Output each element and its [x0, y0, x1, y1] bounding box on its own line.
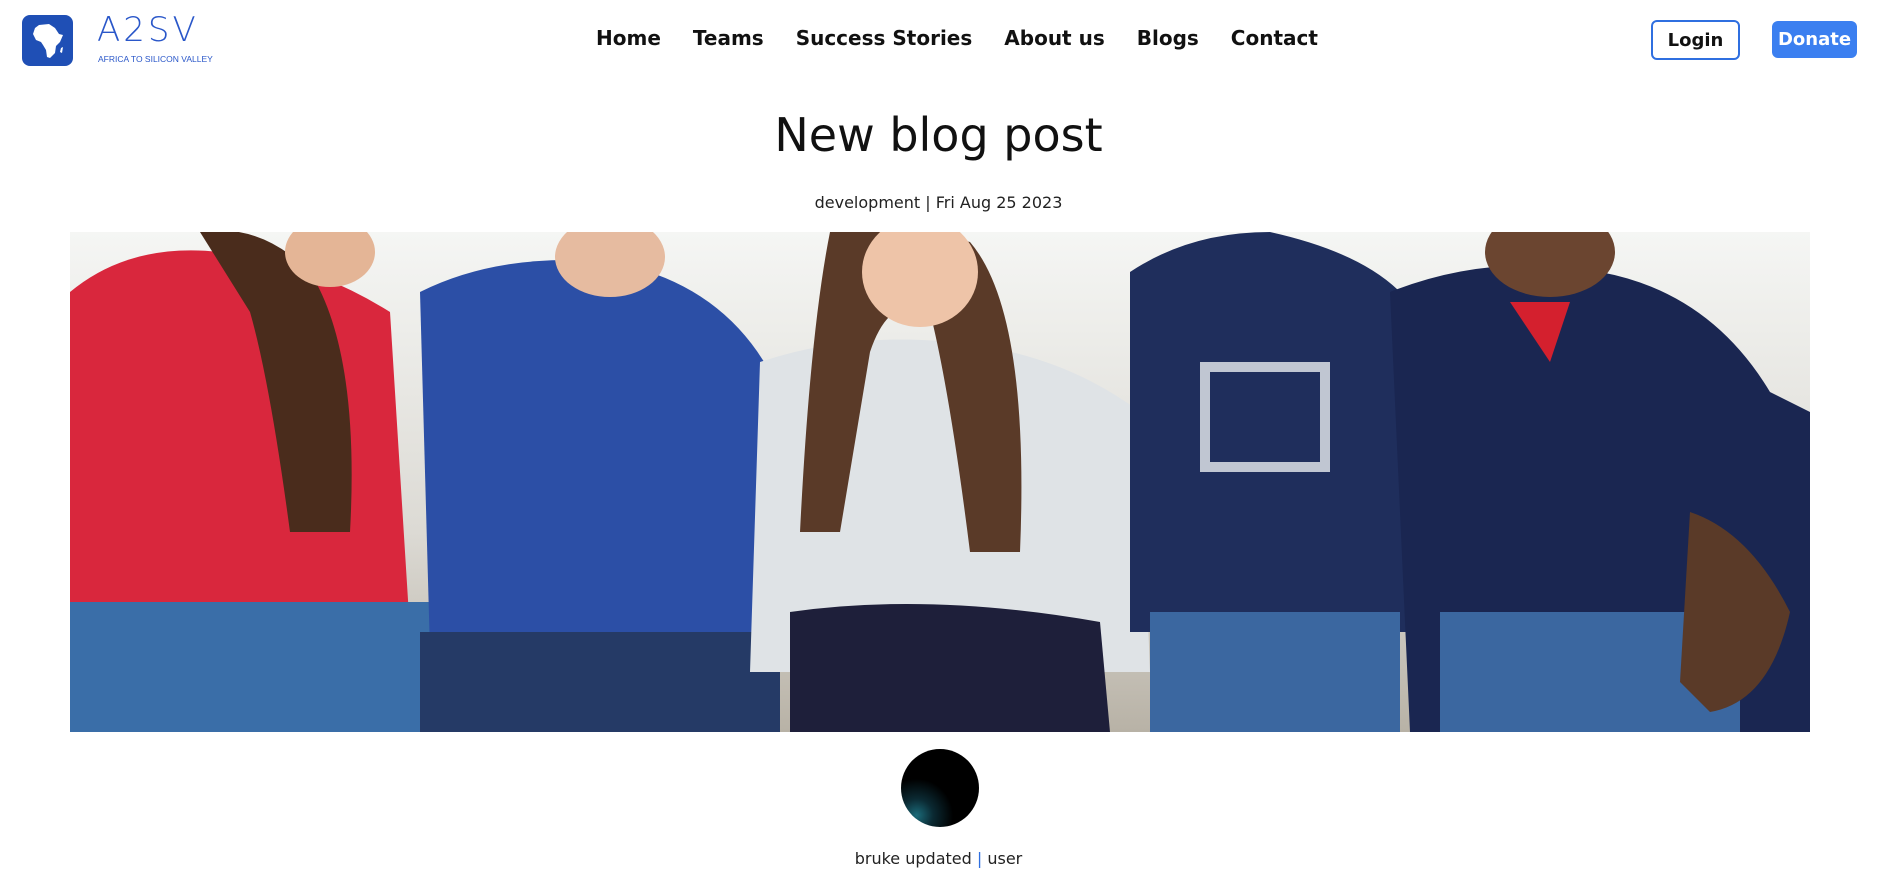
- logo-wordmark[interactable]: A2SV AFRICA TO SILICON VALLEY: [97, 10, 227, 66]
- meta-separator: |: [925, 193, 931, 212]
- post-category[interactable]: development: [815, 193, 921, 212]
- author-avatar[interactable]: [901, 749, 979, 827]
- site-header: A2SV AFRICA TO SILICON VALLEY Home Teams…: [0, 0, 1877, 80]
- nav-contact[interactable]: Contact: [1231, 26, 1318, 56]
- africa-logo-icon[interactable]: [22, 15, 73, 66]
- post-meta: development | Fri Aug 25 2023: [0, 193, 1877, 212]
- logo-tagline: AFRICA TO SILICON VALLEY: [98, 54, 213, 64]
- nav-home[interactable]: Home: [596, 26, 661, 56]
- author-role: user: [987, 849, 1023, 868]
- main-nav: Home Teams Success Stories About us Blog…: [596, 26, 1350, 56]
- nav-success-stories[interactable]: Success Stories: [796, 26, 973, 56]
- nav-teams[interactable]: Teams: [693, 26, 764, 56]
- nav-blogs[interactable]: Blogs: [1137, 26, 1199, 56]
- author-separator: |: [976, 849, 983, 868]
- nav-about-us[interactable]: About us: [1004, 26, 1104, 56]
- post-title: New blog post: [774, 108, 1103, 162]
- author-line: bruke updated | user: [0, 849, 1877, 868]
- post-date: Fri Aug 25 2023: [935, 193, 1063, 212]
- hero-image: [70, 232, 1810, 732]
- author-name[interactable]: bruke updated: [855, 849, 972, 868]
- logo-mark: A2SV: [97, 10, 199, 50]
- login-button[interactable]: Login: [1651, 20, 1740, 60]
- donate-button[interactable]: Donate: [1772, 21, 1857, 58]
